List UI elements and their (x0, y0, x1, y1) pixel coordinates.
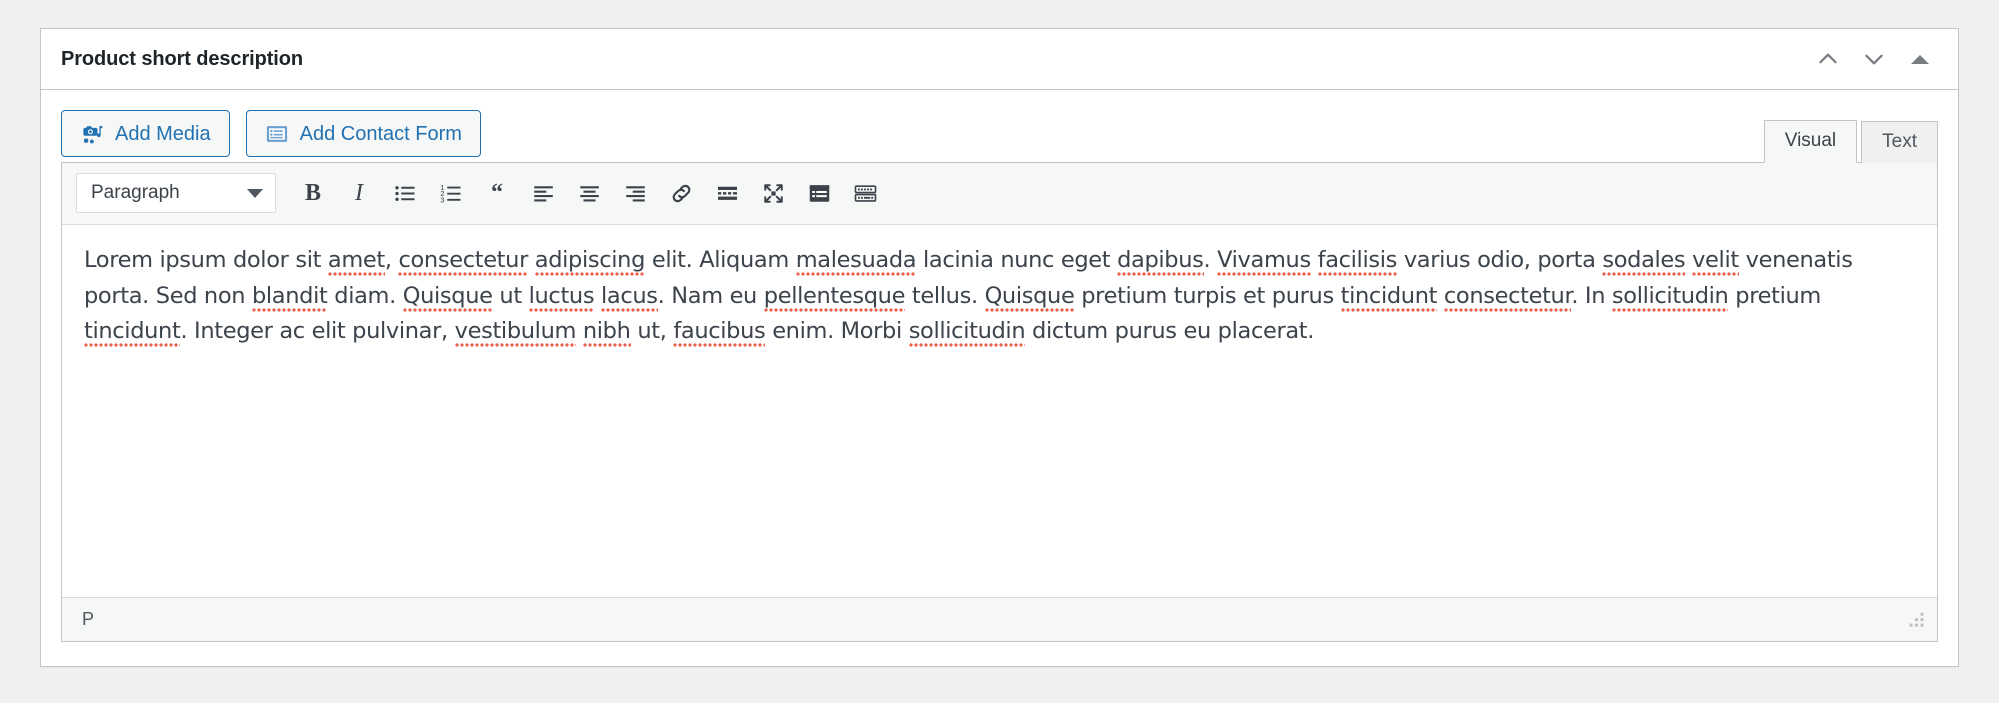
spellcheck-word: vestibulum (455, 318, 576, 348)
tab-visual[interactable]: Visual (1764, 120, 1857, 163)
spellcheck-word: faucibus (673, 318, 765, 348)
format-select[interactable]: Paragraph (76, 173, 276, 213)
spellcheck-word: nibh (583, 318, 631, 348)
spellcheck-word: tincidunt (1341, 283, 1437, 313)
move-up-button[interactable] (1806, 37, 1850, 81)
spellcheck-word: consectetur (398, 247, 527, 277)
spellcheck-word: adipiscing (535, 247, 645, 277)
metabox-header-actions (1806, 37, 1942, 81)
spellcheck-word: blandit (252, 283, 328, 313)
toggle-panel-button[interactable] (1898, 37, 1942, 81)
spellcheck-word: facilisis (1318, 247, 1397, 277)
move-up-icon (1815, 46, 1841, 72)
resize-grip-icon[interactable] (1905, 609, 1927, 631)
numbered-list-button[interactable]: 1 2 3 (428, 173, 474, 213)
toolbar-toggle-button[interactable] (796, 173, 842, 213)
bulleted-list-button[interactable] (382, 173, 428, 213)
align-left-button[interactable] (520, 173, 566, 213)
media-buttons-group: Add Media (61, 110, 481, 157)
align-left-icon (531, 181, 556, 206)
spellcheck-word: tincidunt (84, 318, 180, 348)
spellcheck-word: sollicitudin (909, 318, 1026, 348)
spellcheck-word: pellentesque (764, 283, 905, 313)
numbered-list-icon: 1 2 3 (439, 181, 464, 206)
svg-text:3: 3 (440, 195, 444, 204)
spellcheck-word: consectetur (1444, 283, 1571, 313)
editor-paragraph: Lorem ipsum dolor sit amet, consectetur … (84, 243, 1915, 350)
chevron-down-icon (247, 189, 263, 198)
format-select-value: Paragraph (91, 182, 180, 204)
add-contact-form-button[interactable]: Add Contact Form (246, 110, 481, 157)
align-center-button[interactable] (566, 173, 612, 213)
add-media-icon (80, 122, 104, 146)
fullscreen-icon (761, 181, 786, 206)
blockquote-icon: “ (491, 181, 503, 205)
product-short-description-metabox: Product short description (40, 28, 1959, 667)
add-contact-form-icon (265, 122, 289, 146)
element-path[interactable]: P (82, 609, 94, 630)
editor-content-area[interactable]: Lorem ipsum dolor sit amet, consectetur … (62, 225, 1937, 597)
spellcheck-word: luctus (529, 283, 595, 313)
editor-body: Add Media (41, 90, 1958, 666)
spellcheck-word: Vivamus (1217, 247, 1311, 277)
italic-icon: I (355, 181, 363, 205)
toggle-panel-icon (1911, 55, 1929, 64)
tab-text[interactable]: Text (1861, 121, 1938, 163)
bulleted-list-icon (393, 181, 418, 206)
add-media-label: Add Media (115, 124, 211, 144)
editor-top-row: Add Media (41, 90, 1958, 162)
tinymce-editor: Paragraph B I (61, 162, 1938, 642)
align-right-button[interactable] (612, 173, 658, 213)
spellcheck-word: Quisque (403, 283, 493, 313)
insert-link-button[interactable] (658, 173, 704, 213)
bold-button[interactable]: B (290, 173, 336, 213)
spellcheck-word: lacus (601, 283, 658, 313)
page-background: Product short description (0, 0, 1999, 703)
spellcheck-word: Quisque (985, 283, 1075, 313)
fullscreen-button[interactable] (750, 173, 796, 213)
editor-toolbar: Paragraph B I (62, 163, 1937, 225)
align-center-icon (577, 181, 602, 206)
toolbar-toggle-icon (807, 181, 832, 206)
editor-statusbar: P (62, 597, 1937, 641)
editor-bottom-padding (41, 642, 1958, 666)
spellcheck-word: velit (1692, 247, 1739, 277)
read-more-button[interactable] (704, 173, 750, 213)
keyboard-shortcuts-button[interactable] (842, 173, 888, 213)
spellcheck-word: sodales (1602, 247, 1685, 277)
spellcheck-word: amet (328, 247, 385, 277)
move-down-button[interactable] (1852, 37, 1896, 81)
add-contact-form-label: Add Contact Form (300, 124, 462, 144)
insert-link-icon (669, 181, 694, 206)
editor-mode-tabs: Visual Text (1764, 119, 1938, 162)
add-media-button[interactable]: Add Media (61, 110, 230, 157)
keyboard-shortcuts-icon (853, 181, 878, 206)
spellcheck-word: malesuada (796, 247, 917, 277)
align-right-icon (623, 181, 648, 206)
spellcheck-word: dapibus (1117, 247, 1203, 277)
blockquote-button[interactable]: “ (474, 173, 520, 213)
spellcheck-word: sollicitudin (1612, 283, 1729, 313)
italic-button[interactable]: I (336, 173, 382, 213)
metabox-header: Product short description (41, 29, 1958, 90)
page-title: Product short description (61, 48, 303, 71)
move-down-icon (1861, 46, 1887, 72)
read-more-icon (715, 181, 740, 206)
bold-icon: B (305, 181, 321, 205)
